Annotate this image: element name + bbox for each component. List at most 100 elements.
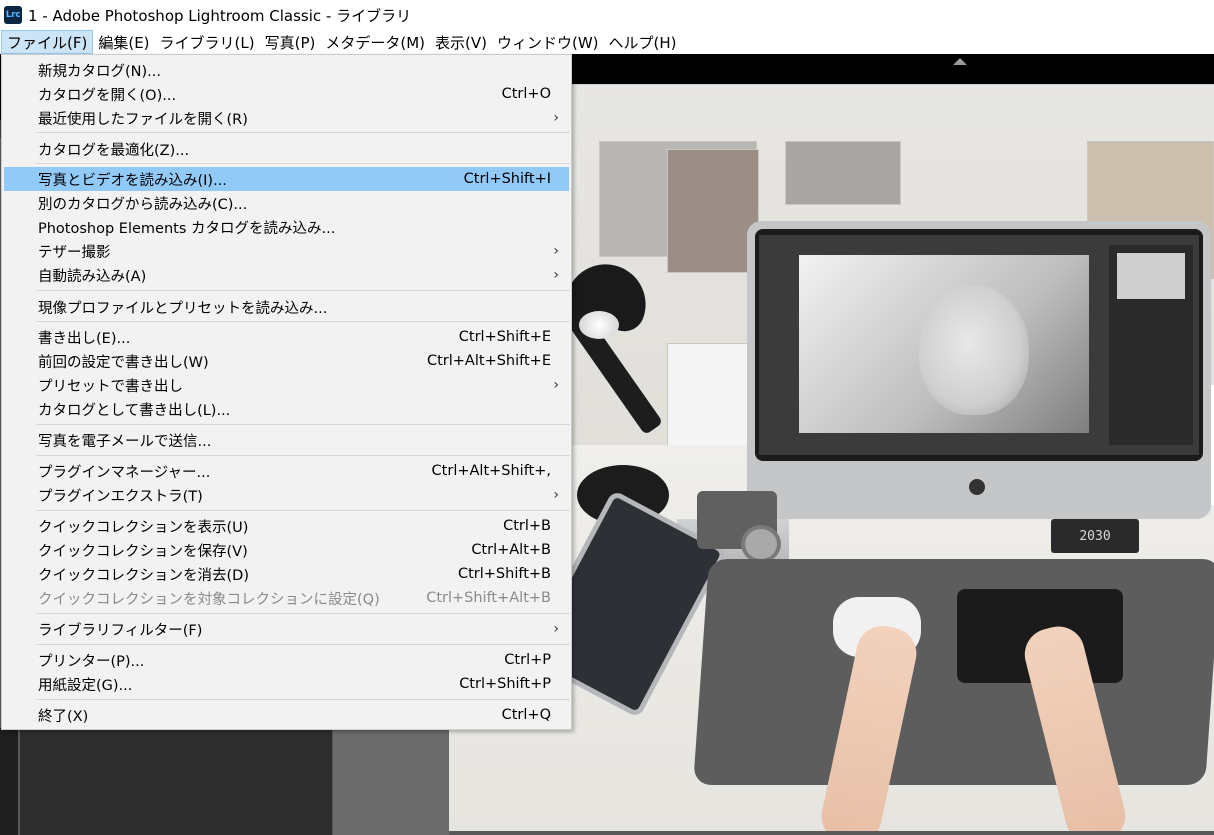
menu-separator bbox=[36, 321, 570, 322]
menu-metadata[interactable]: メタデータ(M) bbox=[320, 30, 430, 54]
menu-edit[interactable]: 編集(E) bbox=[93, 30, 154, 54]
menu-item-label: プラグインエクストラ(T) bbox=[38, 488, 203, 505]
menu-item-export-previous[interactable]: 前回の設定で書き出し(W) Ctrl+Alt+Shift+E bbox=[4, 349, 569, 373]
screen-portrait bbox=[919, 285, 1029, 415]
menu-item-clear-quick-collection[interactable]: クイックコレクションを消去(D) Ctrl+Shift+B bbox=[4, 562, 569, 586]
menu-item-label: 写真とビデオを読み込み(I)... bbox=[38, 172, 227, 189]
screen-side-panel bbox=[1109, 245, 1193, 445]
menu-item-shortcut: Ctrl+Shift+I bbox=[463, 171, 551, 187]
menu-item-plugin-manager[interactable]: プラグインマネージャー... Ctrl+Alt+Shift+, bbox=[4, 459, 569, 483]
menu-library[interactable]: ライブラリ(L) bbox=[155, 30, 260, 54]
title-bar: Lrc 1 - Adobe Photoshop Lightroom Classi… bbox=[0, 0, 1214, 30]
menu-item-label: 写真を電子メールで送信... bbox=[38, 433, 212, 450]
monitor-screen bbox=[759, 235, 1199, 455]
submenu-chevron-icon: › bbox=[553, 377, 559, 393]
menu-item-shortcut: Ctrl+P bbox=[504, 652, 551, 668]
submenu-chevron-icon: › bbox=[553, 487, 559, 503]
apple-logo-icon bbox=[969, 479, 985, 495]
left-panel-edge[interactable] bbox=[0, 728, 18, 835]
menu-item-auto-import[interactable]: 自動読み込み(A) › bbox=[4, 263, 569, 287]
menu-item-label: 新規カタログ(N)... bbox=[38, 63, 161, 80]
left-panel bbox=[20, 728, 332, 835]
photo-print bbox=[785, 141, 901, 205]
menu-item-label: カタログを最適化(Z)... bbox=[38, 142, 190, 159]
menu-file[interactable]: ファイル(F) bbox=[1, 30, 94, 54]
collapse-top-panel-icon[interactable] bbox=[953, 58, 967, 65]
camera-lens bbox=[741, 525, 781, 563]
menu-item-label: 現像プロファイルとプリセットを読み込み... bbox=[38, 300, 328, 317]
menu-item-label: 用紙設定(G)... bbox=[38, 677, 133, 694]
menu-item-label: 最近使用したファイルを開く(R) bbox=[38, 111, 248, 128]
photo-clock: 2030 bbox=[1051, 519, 1139, 553]
menu-item-shortcut: Ctrl+O bbox=[501, 86, 551, 102]
menu-item-label: プリセットで書き出し bbox=[38, 378, 183, 395]
photo-monitor bbox=[747, 221, 1211, 519]
menu-item-label: 前回の設定で書き出し(W) bbox=[38, 354, 209, 371]
submenu-chevron-icon: › bbox=[553, 110, 559, 126]
menu-separator bbox=[36, 699, 570, 700]
window-title: 1 - Adobe Photoshop Lightroom Classic - … bbox=[28, 6, 412, 25]
menu-item-page-setup[interactable]: 用紙設定(G)... Ctrl+Shift+P bbox=[4, 672, 569, 696]
monitor-bezel bbox=[755, 229, 1203, 461]
menu-item-label: ライブラリフィルター(F) bbox=[38, 622, 203, 639]
menu-item-label: カタログを開く(O)... bbox=[38, 87, 177, 104]
menu-item-label: プリンター(P)... bbox=[38, 653, 145, 670]
menu-item-shortcut: Ctrl+Shift+E bbox=[458, 329, 551, 345]
menu-item-show-quick-collection[interactable]: クイックコレクションを表示(U) Ctrl+B bbox=[4, 514, 569, 538]
menu-item-import-profiles[interactable]: 現像プロファイルとプリセットを読み込み... bbox=[4, 295, 569, 319]
menu-item-shortcut: Ctrl+Alt+Shift+E bbox=[426, 353, 551, 369]
menu-item-open-recent[interactable]: 最近使用したファイルを開く(R) › bbox=[4, 106, 569, 130]
menu-item-label: クイックコレクションを対象コレクションに設定(Q) bbox=[38, 591, 380, 608]
menu-item-printer[interactable]: プリンター(P)... Ctrl+P bbox=[4, 648, 569, 672]
menu-item-shortcut: Ctrl+Shift+P bbox=[459, 676, 551, 692]
menu-item-exit[interactable]: 終了(X) Ctrl+Q bbox=[4, 703, 569, 727]
menu-item-label: プラグインマネージャー... bbox=[38, 464, 211, 481]
menu-separator bbox=[36, 424, 570, 425]
screen-canvas bbox=[799, 255, 1089, 433]
menu-item-label: カタログとして書き出し(L)... bbox=[38, 402, 231, 419]
menu-item-import-photos[interactable]: 写真とビデオを読み込み(I)... Ctrl+Shift+I bbox=[4, 167, 569, 191]
submenu-chevron-icon: › bbox=[553, 621, 559, 637]
menu-item-import-elements[interactable]: Photoshop Elements カタログを読み込み... bbox=[4, 215, 569, 239]
menu-item-library-filter[interactable]: ライブラリフィルター(F) › bbox=[4, 617, 569, 641]
menu-view[interactable]: 表示(V) bbox=[430, 30, 492, 54]
center-background bbox=[333, 728, 449, 835]
photo-bottom-edge bbox=[449, 831, 1214, 835]
menu-item-tethered-capture[interactable]: テザー撮影 › bbox=[4, 239, 569, 263]
photo-print bbox=[667, 343, 757, 453]
menu-window[interactable]: ウィンドウ(W) bbox=[492, 30, 604, 54]
lightroom-app-icon: Lrc bbox=[4, 6, 22, 24]
menu-item-label: クイックコレクションを消去(D) bbox=[38, 567, 249, 584]
menu-item-shortcut: Ctrl+Q bbox=[501, 707, 551, 723]
menu-item-shortcut: Ctrl+Shift+B bbox=[457, 566, 551, 582]
menu-item-open-catalog[interactable]: カタログを開く(O)... Ctrl+O bbox=[4, 82, 569, 106]
menu-help[interactable]: ヘルプ(H) bbox=[604, 30, 682, 54]
menu-separator bbox=[36, 163, 570, 164]
menu-separator bbox=[36, 510, 570, 511]
menu-item-optimize-catalog[interactable]: カタログを最適化(Z)... bbox=[4, 137, 569, 161]
menu-item-save-quick-collection[interactable]: クイックコレクションを保存(V) Ctrl+Alt+B bbox=[4, 538, 569, 562]
menu-separator bbox=[36, 132, 570, 133]
submenu-chevron-icon: › bbox=[553, 267, 559, 283]
menu-photo[interactable]: 写真(P) bbox=[260, 30, 321, 54]
menu-item-set-target-collection: クイックコレクションを対象コレクションに設定(Q) Ctrl+Shift+Alt… bbox=[4, 586, 569, 610]
menu-item-label: クイックコレクションを保存(V) bbox=[38, 543, 248, 560]
photo-print bbox=[667, 149, 759, 273]
menu-item-export[interactable]: 書き出し(E)... Ctrl+Shift+E bbox=[4, 325, 569, 349]
menu-item-label: 書き出し(E)... bbox=[38, 330, 131, 347]
menu-item-email-photo[interactable]: 写真を電子メールで送信... bbox=[4, 428, 569, 452]
menu-item-export-catalog[interactable]: カタログとして書き出し(L)... bbox=[4, 397, 569, 421]
menu-item-shortcut: Ctrl+Alt+B bbox=[471, 542, 551, 558]
menu-item-label: テザー撮影 bbox=[38, 244, 111, 261]
menu-item-plugin-extras[interactable]: プラグインエクストラ(T) › bbox=[4, 483, 569, 507]
menu-separator bbox=[36, 644, 570, 645]
menu-item-new-catalog[interactable]: 新規カタログ(N)... bbox=[4, 58, 569, 82]
menu-item-shortcut: Ctrl+Alt+Shift+, bbox=[431, 463, 551, 479]
menu-item-label: Photoshop Elements カタログを読み込み... bbox=[38, 220, 336, 237]
photo-lamp-bulb bbox=[579, 311, 619, 339]
menu-item-import-from-catalog[interactable]: 別のカタログから読み込み(C)... bbox=[4, 191, 569, 215]
menu-separator bbox=[36, 290, 570, 291]
menu-item-export-preset[interactable]: プリセットで書き出し › bbox=[4, 373, 569, 397]
menu-item-shortcut: Ctrl+Shift+Alt+B bbox=[426, 590, 551, 606]
menu-item-label: クイックコレクションを表示(U) bbox=[38, 519, 249, 536]
